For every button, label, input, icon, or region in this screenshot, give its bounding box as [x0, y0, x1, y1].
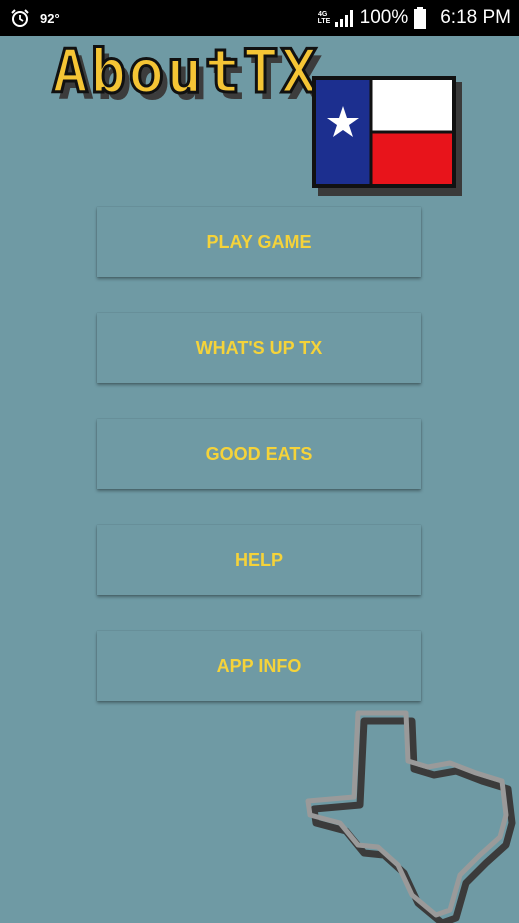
- good-eats-button[interactable]: GOOD EATS: [97, 419, 421, 489]
- network-type-label: 4G LTE: [317, 11, 331, 25]
- battery-percent: 100%: [359, 7, 409, 28]
- status-bar: 92° 4G LTE 100% 6:18 PM: [0, 0, 519, 36]
- texas-flag-icon: [312, 76, 462, 196]
- texas-outline-icon: [305, 710, 516, 923]
- help-button[interactable]: HELP: [97, 525, 421, 595]
- main-menu: PLAY GAME WHAT'S UP TX GOOD EATS HELP AP…: [97, 207, 421, 701]
- logo-title: AboutTX: [51, 37, 319, 107]
- temperature-readout: 92°: [40, 10, 60, 26]
- play-game-button[interactable]: PLAY GAME: [97, 207, 421, 277]
- battery-icon: [414, 7, 427, 29]
- status-clock: 6:18 PM: [440, 7, 511, 28]
- signal-icon: [334, 10, 353, 27]
- whats-up-tx-button[interactable]: WHAT'S UP TX: [97, 313, 421, 383]
- app-info-button[interactable]: APP INFO: [97, 631, 421, 701]
- app-logo: AboutTX: [51, 37, 462, 196]
- alarm-icon: [11, 9, 29, 27]
